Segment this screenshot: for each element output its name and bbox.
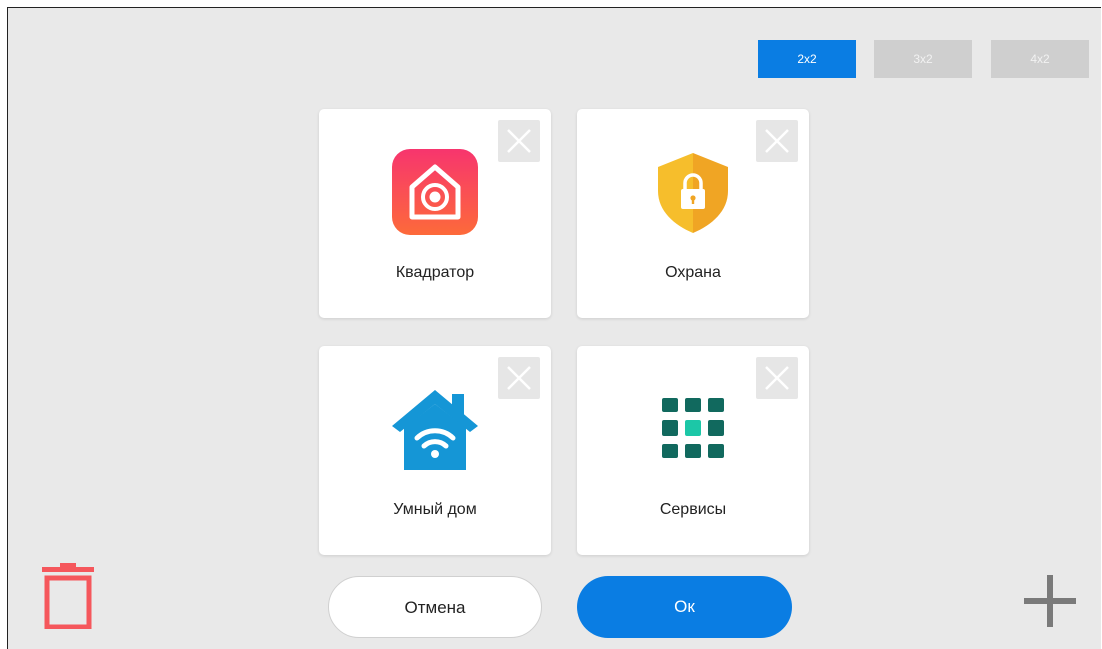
tile-label: Охрана — [665, 264, 721, 281]
camera-home-icon — [392, 149, 478, 235]
plus-icon[interactable] — [1024, 575, 1076, 627]
tile-label: Квадратор — [395, 264, 475, 281]
layout-3x2-button[interactable]: 3x2 — [874, 40, 972, 78]
tile-umnyi-dom[interactable]: Умный дом — [319, 346, 551, 555]
cancel-button[interactable]: Отмена — [328, 576, 542, 638]
tile-kvadrator[interactable]: Квадратор — [319, 109, 551, 318]
close-icon — [765, 129, 789, 153]
services-grid-icon — [650, 386, 736, 472]
security-shield-lock-icon — [650, 149, 736, 235]
remove-tile-button[interactable] — [756, 120, 798, 162]
tile-label: Умный дом — [393, 501, 477, 518]
layout-editor-screen: 2x2 3x2 4x2 Квадратор Охрана Умный дом С… — [7, 7, 1101, 649]
close-icon — [507, 366, 531, 390]
smart-home-wifi-icon — [392, 386, 478, 472]
close-icon — [765, 366, 789, 390]
layout-2x2-button[interactable]: 2x2 — [758, 40, 856, 78]
layout-4x2-button[interactable]: 4x2 — [991, 40, 1089, 78]
remove-tile-button[interactable] — [498, 120, 540, 162]
remove-tile-button[interactable] — [756, 357, 798, 399]
tile-okhrana[interactable]: Охрана — [577, 109, 809, 318]
remove-tile-button[interactable] — [498, 357, 540, 399]
trash-icon[interactable] — [42, 563, 94, 629]
tile-servisy[interactable]: Сервисы — [577, 346, 809, 555]
close-icon — [507, 129, 531, 153]
tile-label: Сервисы — [659, 501, 727, 518]
ok-button[interactable]: Ок — [577, 576, 792, 638]
